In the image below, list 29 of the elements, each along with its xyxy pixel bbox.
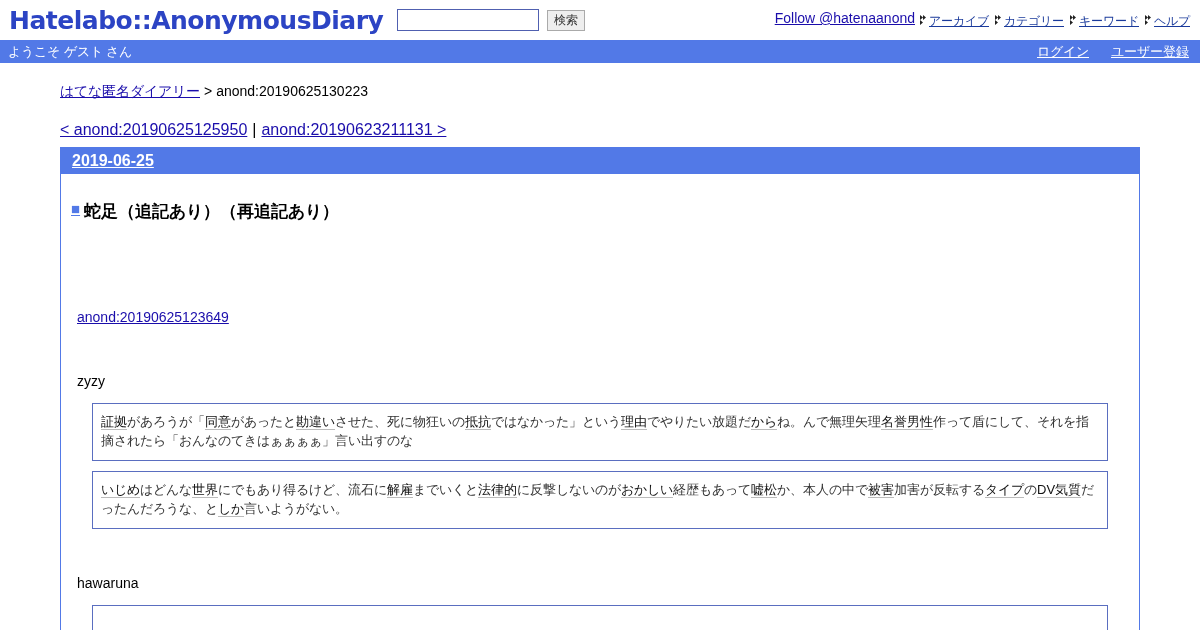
welcome-text: ようこそ ゲスト さん	[8, 42, 133, 61]
breadcrumb-current: anond:20190625130223	[216, 83, 368, 101]
account-link[interactable]: ログイン	[1037, 42, 1089, 61]
breadcrumb-separator: >	[204, 83, 213, 101]
previous-link[interactable]: < anond:20190625125950	[60, 121, 248, 139]
search-button[interactable]: 検索	[547, 9, 586, 31]
chevron-icon	[1070, 15, 1076, 25]
nav-link[interactable]: キーワード	[1079, 13, 1139, 30]
chevron-icon	[995, 15, 1001, 25]
nav-link[interactable]: カテゴリー	[1004, 13, 1064, 30]
author-name: zyzy	[77, 373, 106, 389]
site-logo[interactable]: Hatelabo::AnonymousDiary	[9, 5, 384, 35]
follow-link[interactable]: Follow @hatenaanond	[774, 10, 915, 26]
chevron-icon	[920, 15, 926, 25]
quote-text: 証拠があろうが「同意があったと勘違いさせた、死に物狂いの抵抗ではなかった」という 理由でやりたい放題だから ね。んで無理矢理名誉男性作って盾にして、それを指摘されたら「おんなのてきはぁぁぁぁ」言い出すのな	[101, 413, 1090, 450]
account-link[interactable]: ユーザー登録	[1111, 42, 1189, 61]
pager-separator: |	[252, 121, 257, 139]
chevron-icon	[1145, 15, 1151, 25]
next-link[interactable]: anond:20190623211131 >	[261, 121, 447, 139]
nav-link[interactable]: アーカイブ	[929, 13, 989, 30]
quote-text: いじめはどんな世界にでもあり得るけど、流石に解雇までいくと法律的に反撃しないのがおかしい経歴もあって嘘松か、本人の中で被害加害が反転する タイプのDV気質だったんだろうな、と しか言いようがない。	[101, 481, 1096, 518]
date-link[interactable]: 2019-06-25	[72, 152, 154, 170]
entry-link[interactable]: ■	[71, 200, 81, 223]
author-name: hawaruna	[77, 575, 140, 591]
reference-link[interactable]: anond:20190625123649	[77, 309, 229, 325]
nav-link[interactable]: ヘルプ	[1154, 13, 1190, 30]
search-field[interactable]	[397, 9, 540, 31]
entry-title: 蛇足（追記あり）（再追記あり）	[84, 201, 340, 223]
breadcrumb-link[interactable]: はてな匿名ダイアリー	[60, 83, 200, 101]
